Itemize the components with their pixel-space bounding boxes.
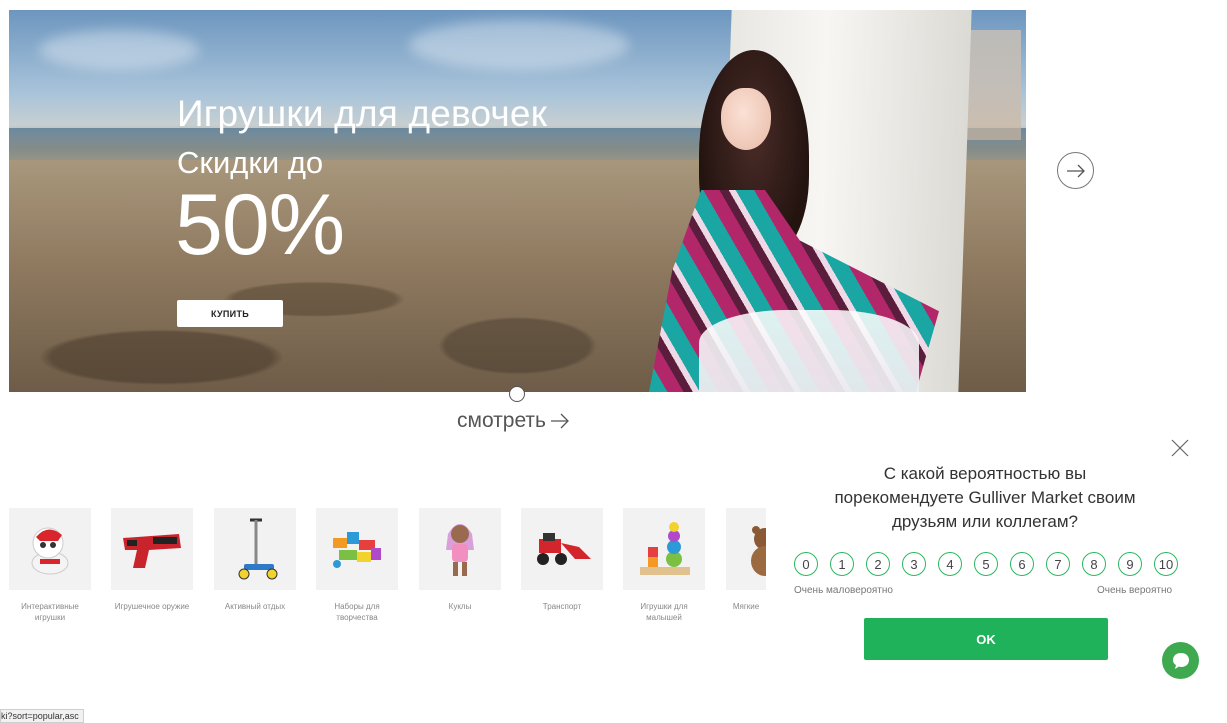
watch-link[interactable]: смотреть — [457, 409, 570, 433]
category-item[interactable]: Транспорт — [521, 508, 603, 612]
score-option[interactable]: 4 — [938, 552, 962, 576]
category-item[interactable]: Активный отдых — [214, 508, 296, 612]
category-label: Наборы для творчества — [334, 602, 380, 622]
teddy-bear-icon — [726, 508, 766, 590]
cloud-decoration — [409, 20, 629, 70]
score-option[interactable]: 10 — [1154, 552, 1178, 576]
category-label: Транспорт — [542, 602, 582, 611]
status-bar-url: ki?sort=popular,asc — [0, 709, 84, 723]
category-label: Игрушки для малышей — [640, 602, 688, 622]
category-label: Интерактивные игрушки — [21, 602, 79, 622]
score-option[interactable]: 5 — [974, 552, 998, 576]
score-option[interactable]: 2 — [866, 552, 890, 576]
cloud-decoration — [39, 30, 199, 70]
excavator-icon — [521, 508, 603, 590]
score-options: 0 1 2 3 4 5 6 7 8 9 10 — [794, 552, 1178, 576]
robot-dog-icon — [9, 508, 91, 590]
doll-face-decoration — [721, 88, 771, 150]
category-item[interactable]: Куклы — [419, 508, 501, 612]
score-option[interactable]: 1 — [830, 552, 854, 576]
watch-link-label: смотреть — [457, 409, 546, 432]
category-label: Куклы — [448, 602, 472, 611]
hero-title: Игрушки для девочек — [177, 93, 548, 134]
arrow-right-icon — [551, 413, 569, 429]
hero-banner[interactable]: Игрушки для девочек Скидки до 50% КУПИТЬ — [9, 10, 1026, 392]
score-option[interactable]: 0 — [794, 552, 818, 576]
score-low-label: Очень маловероятно — [794, 585, 893, 596]
score-high-label: Очень вероятно — [1097, 585, 1173, 596]
score-option[interactable]: 3 — [902, 552, 926, 576]
stacker-icon — [623, 508, 705, 590]
category-label: Мягкие — [732, 602, 760, 611]
score-option[interactable]: 8 — [1082, 552, 1106, 576]
score-option[interactable]: 7 — [1046, 552, 1070, 576]
scooter-icon — [214, 508, 296, 590]
doll-icon — [419, 508, 501, 590]
score-option[interactable]: 9 — [1118, 552, 1142, 576]
chat-icon — [1172, 652, 1189, 669]
category-item[interactable]: Игрушки для малышей — [623, 508, 705, 623]
category-label: Игрушечное оружие — [114, 602, 190, 611]
chat-button[interactable] — [1162, 642, 1199, 679]
category-item[interactable]: Игрушечное оружие — [111, 508, 193, 612]
craft-set-icon — [316, 508, 398, 590]
score-option[interactable]: 6 — [1010, 552, 1034, 576]
category-item[interactable]: Интерактивные игрушки — [9, 508, 91, 623]
ok-button[interactable]: OK — [864, 618, 1108, 660]
survey-question: С какой вероятностью вы порекомендуете G… — [834, 464, 1136, 531]
category-item[interactable]: Наборы для творчества — [316, 508, 398, 623]
category-item[interactable]: Мягкие — [726, 508, 766, 612]
buy-button[interactable]: КУПИТЬ — [177, 300, 283, 327]
slider-dot[interactable] — [509, 386, 525, 402]
toy-gun-icon — [111, 508, 193, 590]
hero-discount: 50% — [175, 177, 345, 273]
close-icon[interactable] — [1170, 438, 1190, 458]
doll-skirt-decoration — [699, 310, 919, 392]
category-label: Активный отдых — [224, 602, 286, 611]
slider-next-button[interactable] — [1057, 152, 1094, 189]
arrow-right-circle-icon — [1066, 164, 1085, 177]
